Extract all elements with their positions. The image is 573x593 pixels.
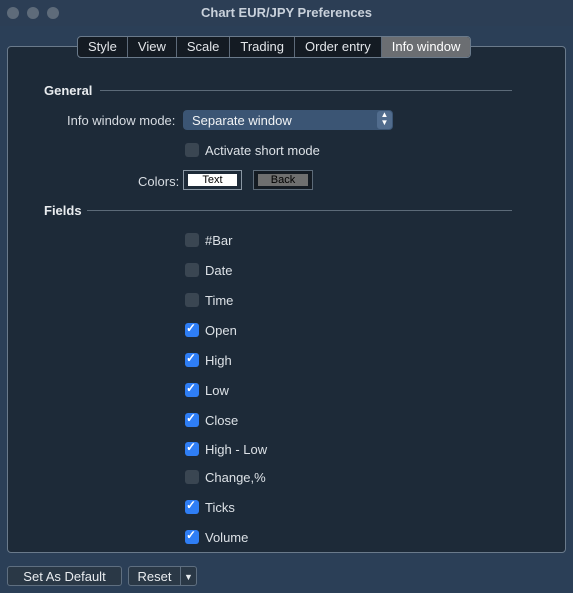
info-window-mode-label: Info window mode: xyxy=(67,113,176,128)
field-label: Date xyxy=(205,263,233,278)
field-label: Time xyxy=(205,293,234,308)
set-as-default-button[interactable]: Set As Default xyxy=(7,566,122,586)
back-color-swatch[interactable]: Back xyxy=(253,170,313,190)
field-checkbox[interactable] xyxy=(185,233,199,247)
checkmark-icon: ✓ xyxy=(186,440,197,454)
checkmark-icon: ✓ xyxy=(186,528,197,542)
fields-divider xyxy=(87,210,512,211)
checkmark-icon: ✓ xyxy=(186,321,197,335)
tab-trading[interactable]: Trading xyxy=(230,37,295,57)
field-checkbox[interactable]: ✓ xyxy=(185,528,199,544)
field-label: Volume xyxy=(205,530,249,545)
text-color-label: Text xyxy=(188,174,237,186)
tab-style[interactable]: Style xyxy=(78,37,128,57)
checkmark-icon: ✓ xyxy=(186,351,197,365)
field-label: Ticks xyxy=(205,500,235,515)
field-checkbox[interactable]: ✓ xyxy=(185,381,199,397)
checkmark-icon: ✓ xyxy=(186,411,197,425)
field-label: Close xyxy=(205,413,239,428)
select-arrows-icon: ▲ ▼ xyxy=(377,111,392,129)
window-title: Chart EUR/JPY Preferences xyxy=(200,5,372,20)
info-window-mode-select[interactable]: Separate window ▲ ▼ xyxy=(183,110,393,130)
field-checkbox[interactable] xyxy=(185,263,199,277)
fields-section-header: Fields xyxy=(44,203,82,218)
reset-button[interactable]: Reset xyxy=(128,566,181,586)
field-label: High xyxy=(205,353,232,368)
text-color-swatch[interactable]: Text xyxy=(183,170,242,190)
field-checkbox[interactable]: ✓ xyxy=(185,440,199,456)
info-window-mode-value: Separate window xyxy=(192,113,292,128)
tab-view[interactable]: View xyxy=(128,37,177,57)
field-label: Open xyxy=(205,323,237,338)
field-checkbox[interactable]: ✓ xyxy=(185,498,199,514)
field-checkbox[interactable] xyxy=(185,293,199,307)
field-checkbox[interactable] xyxy=(185,470,199,484)
field-checkbox[interactable]: ✓ xyxy=(185,411,199,427)
tab-info-window[interactable]: Info window xyxy=(381,37,471,57)
tab-order-entry[interactable]: Order entry xyxy=(295,37,382,57)
tab-bar: Style View Scale Trading Order entry Inf… xyxy=(77,36,472,58)
short-mode-label: Activate short mode xyxy=(205,143,320,158)
field-label: #Bar xyxy=(205,233,233,248)
tab-scale[interactable]: Scale xyxy=(177,37,231,57)
field-checkbox[interactable]: ✓ xyxy=(185,351,199,367)
back-color-label: Back xyxy=(258,174,308,186)
reset-menu-chevron-down-icon[interactable]: ▼ xyxy=(180,566,197,586)
field-checkbox[interactable]: ✓ xyxy=(185,321,199,337)
field-label: Low xyxy=(205,383,229,398)
colors-label: Colors: xyxy=(138,174,180,189)
checkmark-icon: ✓ xyxy=(186,381,197,395)
field-label: High - Low xyxy=(205,442,268,457)
general-divider xyxy=(100,90,512,91)
short-mode-checkbox[interactable] xyxy=(185,143,199,157)
preferences-window: Chart EUR/JPY Preferences Style View Sca… xyxy=(0,0,573,593)
checkmark-icon: ✓ xyxy=(186,498,197,512)
title-bar: Chart EUR/JPY Preferences xyxy=(0,0,573,26)
field-label: Change,% xyxy=(205,470,266,485)
general-section-header: General xyxy=(44,83,93,98)
